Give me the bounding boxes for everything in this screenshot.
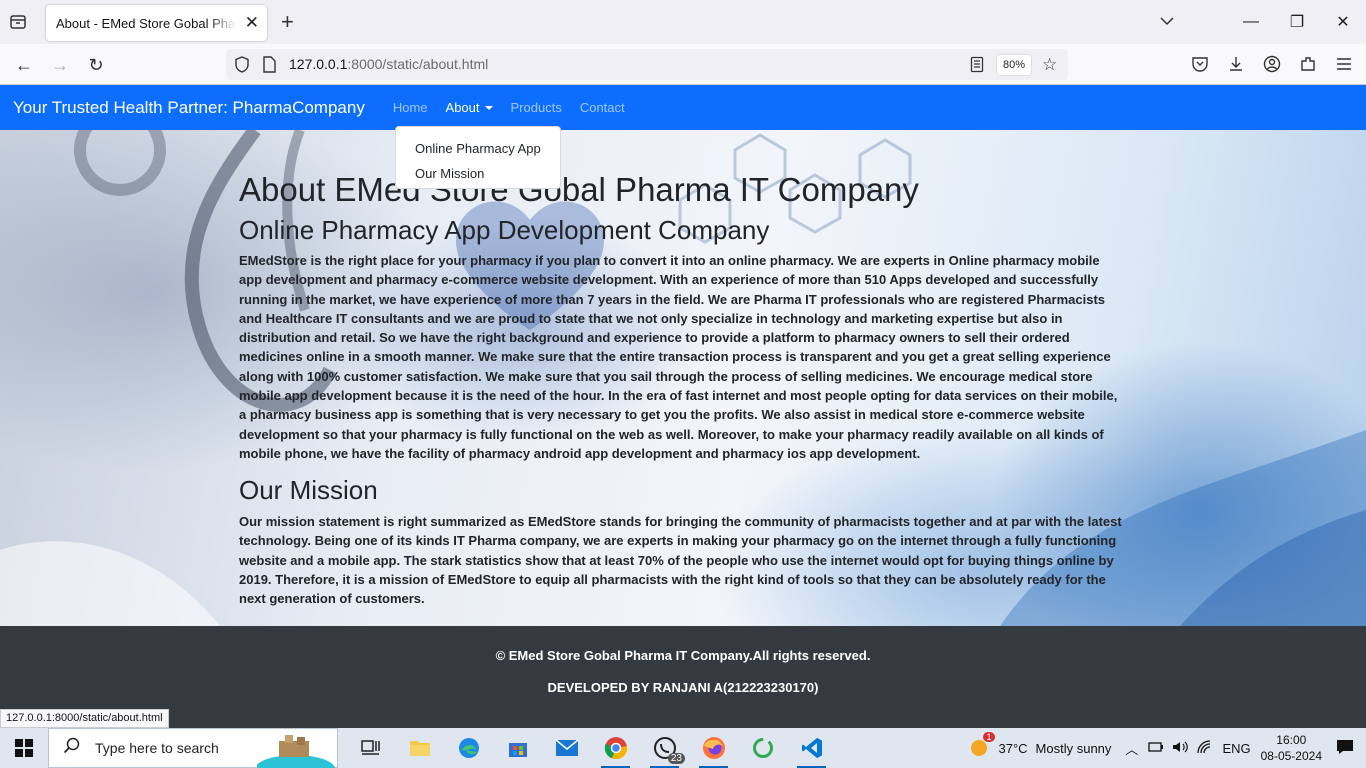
tab-title: About - EMed Store Gobal Pharma IT Compa…: [56, 15, 236, 31]
weather-temp: 37°C: [998, 740, 1028, 756]
whatsapp-icon[interactable]: 23: [640, 728, 689, 768]
chrome-icon[interactable]: [591, 728, 640, 768]
reload-icon[interactable]: ↻: [82, 52, 110, 78]
footer-copyright: © EMed Store Gobal Pharma IT Company.All…: [495, 648, 871, 663]
taskbar-apps: 23: [346, 728, 836, 768]
download-icon[interactable]: [1226, 54, 1246, 74]
nav-link-about[interactable]: About: [437, 100, 502, 115]
pocket-icon[interactable]: [1190, 54, 1210, 74]
search-highlight-illustration-icon: [255, 729, 337, 768]
weather-badge: 1: [983, 731, 995, 742]
search-placeholder: Type here to search: [95, 740, 219, 756]
window-controls: — ❐ ✕: [1228, 0, 1366, 44]
url-path: :8000/static/about.html: [347, 56, 489, 72]
url-text: 127.0.0.1:8000/static/about.html: [289, 56, 488, 72]
back-icon[interactable]: ←: [10, 52, 38, 78]
chevron-up-icon[interactable]: ︿: [1125, 739, 1138, 758]
battery-icon[interactable]: [1148, 741, 1164, 756]
section-heading-app-dev: Online Pharmacy App Development Company: [239, 215, 770, 245]
taskbar-search-box[interactable]: Type here to search: [48, 728, 338, 768]
nav-link-home[interactable]: Home: [384, 100, 437, 115]
nav-link-products[interactable]: Products: [502, 100, 571, 115]
minimize-icon[interactable]: —: [1228, 0, 1274, 44]
notifications-icon[interactable]: [1336, 739, 1354, 758]
section-body-mission: Our mission statement is right summarize…: [239, 514, 1122, 607]
caret-down-icon: [484, 106, 493, 110]
microsoft-store-icon[interactable]: [493, 728, 542, 768]
weather-sun-icon: 1: [969, 731, 995, 761]
app-sync-icon[interactable]: [738, 728, 787, 768]
page-info-icon[interactable]: [262, 56, 276, 78]
shield-icon[interactable]: [234, 56, 250, 78]
site-navbar: Your Trusted Health Partner: PharmaCompa…: [0, 85, 1366, 130]
clock-time: 16:00: [1276, 733, 1307, 747]
restore-icon[interactable]: ❐: [1274, 0, 1320, 44]
windows-start-icon[interactable]: [0, 728, 48, 768]
close-window-icon[interactable]: ✕: [1320, 0, 1366, 44]
wifi-icon[interactable]: [1196, 739, 1212, 757]
browser-nav-bar: ← → ↻ 127.0.0.1:8000/static/about.html 8…: [0, 44, 1366, 85]
clock-date: 08-05-2024: [1260, 749, 1322, 763]
windows-taskbar: Type here to search 23 1 37°C Mostly sun…: [0, 728, 1366, 768]
url-bar[interactable]: 127.0.0.1:8000/static/about.html 80% ☆: [226, 49, 1068, 80]
nav-link-contact[interactable]: Contact: [571, 100, 634, 115]
close-tab-icon[interactable]: ✕: [245, 13, 259, 33]
clock[interactable]: 16:00 08-05-2024: [1261, 732, 1322, 764]
dropdown-item-our-mission[interactable]: Our Mission: [396, 161, 560, 186]
zoom-level[interactable]: 80%: [996, 54, 1032, 76]
edge-browser-icon[interactable]: [444, 728, 493, 768]
page-title: About EMed Store Gobal Pharma IT Company: [239, 171, 919, 208]
section-heading-mission: Our Mission: [239, 475, 378, 505]
tab-list-icon[interactable]: [8, 12, 30, 32]
footer-developer: DEVELOPED BY RANJANI A(212223230170): [547, 680, 819, 695]
menu-icon[interactable]: [1334, 54, 1354, 74]
bookmark-star-icon[interactable]: ☆: [1042, 55, 1057, 75]
search-icon: [63, 737, 81, 760]
task-view-icon[interactable]: [346, 728, 395, 768]
toolbar-right: [1190, 54, 1354, 74]
site-nav-links: Home About Products Contact: [384, 100, 634, 115]
forward-icon[interactable]: →: [46, 52, 74, 78]
browser-tab-bar: About - EMed Store Gobal Pharma IT Compa…: [0, 0, 1366, 44]
vscode-icon[interactable]: [787, 728, 836, 768]
volume-icon[interactable]: [1172, 740, 1189, 757]
url-host: 127.0.0.1: [289, 56, 348, 72]
account-icon[interactable]: [1262, 54, 1282, 74]
dropdown-item-online-pharmacy-app[interactable]: Online Pharmacy App: [396, 136, 560, 161]
file-explorer-icon[interactable]: [395, 728, 444, 768]
reader-view-icon[interactable]: [970, 56, 984, 78]
language-indicator[interactable]: ENG: [1222, 741, 1250, 756]
browser-tab[interactable]: About - EMed Store Gobal Pharma IT Compa…: [46, 5, 267, 41]
system-tray: 1 37°C Mostly sunny ︿ ENG 16:00 08-05-20…: [969, 728, 1366, 768]
chevron-down-icon[interactable]: [1158, 12, 1176, 35]
whatsapp-badge: 23: [667, 753, 685, 764]
extensions-icon[interactable]: [1298, 54, 1318, 74]
site-footer: © EMed Store Gobal Pharma IT Company.All…: [0, 626, 1366, 728]
new-tab-icon[interactable]: +: [281, 9, 294, 35]
weather-widget[interactable]: 1 37°C Mostly sunny: [969, 731, 1112, 761]
firefox-icon[interactable]: [689, 728, 738, 768]
page-viewport: Your Trusted Health Partner: PharmaCompa…: [0, 85, 1366, 728]
about-dropdown-menu: Online Pharmacy App Our Mission: [395, 126, 561, 189]
weather-text: Mostly sunny: [1035, 740, 1112, 756]
mail-icon[interactable]: [542, 728, 591, 768]
section-body-app-dev: EMedStore is the right place for your ph…: [239, 253, 1118, 461]
site-brand[interactable]: Your Trusted Health Partner: PharmaCompa…: [13, 98, 365, 118]
nav-link-about-label: About: [445, 100, 480, 115]
link-status-url: 127.0.0.1:8000/static/about.html: [0, 709, 169, 728]
